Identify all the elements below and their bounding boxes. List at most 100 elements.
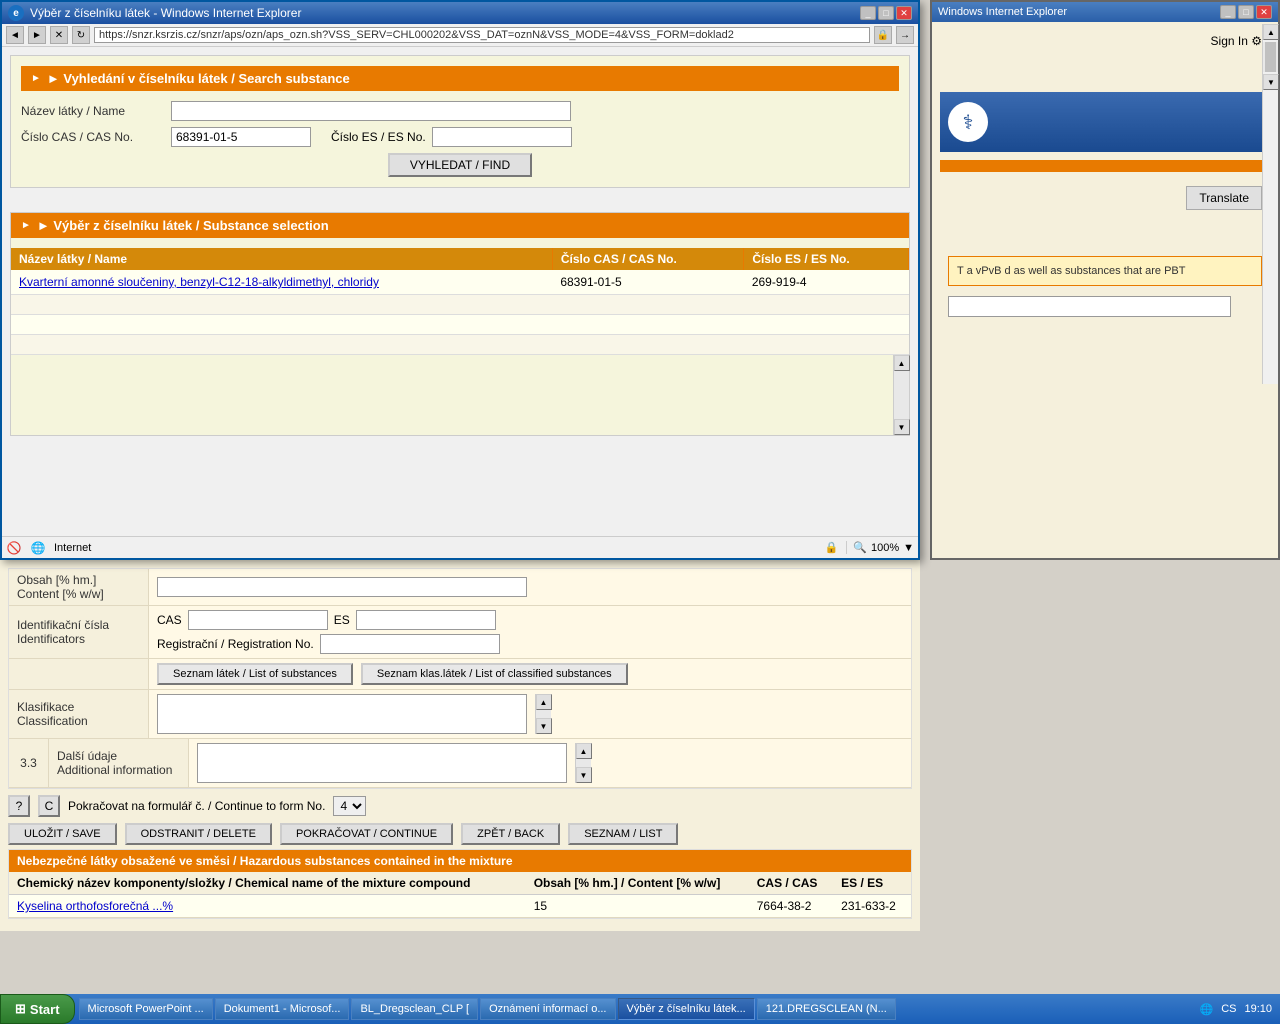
ie-icon: e <box>8 5 24 21</box>
hazardous-header-row: Chemický název komponenty/složky / Chemi… <box>9 872 911 895</box>
cas-field-label: CAS <box>157 613 182 627</box>
bg-content: Translate T a vPvB d as well as substanc… <box>940 172 1270 325</box>
clear-button[interactable]: C <box>38 795 60 817</box>
content-percent-row: Obsah [% hm.] Content [% w/w] <box>9 569 911 606</box>
scrollbar-up-btn[interactable]: ▲ <box>1263 24 1278 40</box>
klasifikace-row: Klasifikace Classification ▲ ▼ <box>9 690 911 739</box>
scrollbar-thumb[interactable] <box>1265 42 1276 72</box>
refresh-icon[interactable]: ↻ <box>72 26 90 44</box>
start-label: Start <box>30 1002 60 1017</box>
haz-name-link[interactable]: Kyselina orthofosforečná ...% <box>17 899 173 913</box>
bg-browser-title: Windows Internet Explorer <box>938 6 1067 18</box>
list-buttons-value: Seznam látek / List of substances Seznam… <box>149 659 911 689</box>
globe-status-icon: 🌐 <box>30 540 46 556</box>
minimize-btn-bg[interactable]: _ <box>1220 5 1236 19</box>
cas-es-row: Číslo CAS / CAS No. Číslo ES / ES No. <box>21 127 899 147</box>
help-button[interactable]: ? <box>8 795 30 817</box>
bg-browser-body: Sign In ⚙ ▲ ▼ ⚕ Translate T a vPvB d as … <box>932 22 1278 558</box>
es-field-label: ES <box>334 613 350 627</box>
scrollbar-down-btn[interactable]: ▼ <box>1263 74 1278 90</box>
find-button[interactable]: VYHLEDAT / FIND <box>388 153 532 177</box>
result-es-cell: 269-919-4 <box>744 270 909 295</box>
close-btn-bg[interactable]: ✕ <box>1256 5 1272 19</box>
action-buttons-row: ULOŽIT / SAVE ODSTRANIT / DELETE POKRAČO… <box>8 823 912 845</box>
bottom-buttons-row: ? C Pokračovat na formulář č. / Continue… <box>8 795 912 817</box>
es-input[interactable] <box>432 127 572 147</box>
go-icon[interactable]: → <box>896 26 914 44</box>
stop-icon[interactable]: ✕ <box>50 26 68 44</box>
popup-minimize-btn[interactable]: _ <box>860 6 876 20</box>
maximize-btn-bg[interactable]: □ <box>1238 5 1254 19</box>
reg-input[interactable] <box>320 634 500 654</box>
results-scroll-down[interactable]: ▼ <box>894 419 910 435</box>
taskbar-item-powerpoint[interactable]: Microsoft PowerPoint ... <box>79 998 213 1020</box>
dalsi-udaje-textarea[interactable] <box>197 743 567 783</box>
continue-button[interactable]: POKRAČOVAT / CONTINUE <box>280 823 453 845</box>
dalsi-scrollbar: ▲ ▼ <box>575 743 591 783</box>
address-bar[interactable] <box>94 27 870 43</box>
taskbar-item-oznameni[interactable]: Oznámení informací o... <box>480 998 615 1020</box>
list-button[interactable]: SEZNAM / LIST <box>568 823 678 845</box>
main-form-section: Obsah [% hm.] Content [% w/w] Identifika… <box>8 568 912 789</box>
es-main-input[interactable] <box>356 610 496 630</box>
scrollbar-track <box>1263 42 1278 72</box>
back-icon[interactable]: ◄ <box>6 26 24 44</box>
name-input[interactable] <box>171 101 571 121</box>
taskbar-label-dregsclean: 121.DREGSCLEAN (N... <box>766 1003 887 1015</box>
translate-button[interactable]: Translate <box>1186 186 1262 210</box>
klas-scroll-down[interactable]: ▼ <box>536 718 552 734</box>
empty-row-2 <box>11 315 909 335</box>
forward-icon[interactable]: ► <box>28 26 46 44</box>
save-button[interactable]: ULOŽIT / SAVE <box>8 823 117 845</box>
bg-search-input[interactable] <box>948 296 1231 317</box>
content-percent-label: Obsah [% hm.] Content [% w/w] <box>9 569 149 605</box>
dalsi-udaje-row: 3.3 Další údaje Additional information ▲… <box>9 739 911 788</box>
result-name-link[interactable]: Kvarterní amonné sloučeniny, benzyl-C12-… <box>19 275 379 289</box>
content-input[interactable] <box>157 577 527 597</box>
hazardous-section: Nebezpečné látky obsažené ve směsi / Haz… <box>8 849 912 919</box>
hazardous-table: Chemický název komponenty/složky / Chemi… <box>9 872 911 918</box>
empty-row-3 <box>11 335 909 355</box>
back-button[interactable]: ZPĚT / BACK <box>461 823 560 845</box>
klas-scroll-track <box>536 710 551 718</box>
klas-scroll-up[interactable]: ▲ <box>536 694 552 710</box>
table-row: Kvarterní amonné sloučeniny, benzyl-C12-… <box>11 270 909 295</box>
taskbar-item-word[interactable]: Dokument1 - Microsof... <box>215 998 350 1020</box>
search-section: ► ► Vyhledání v číselníku látek / Search… <box>10 55 910 188</box>
col-es-header: Číslo ES / ES No. <box>744 248 909 270</box>
continue-form-select[interactable]: 4 <box>333 796 366 816</box>
popup-titlebar: e Výběr z číselníku látek - Windows Inte… <box>2 2 918 24</box>
results-scroll-track <box>894 371 909 419</box>
dalsi-scroll-down[interactable]: ▼ <box>576 767 592 783</box>
search-section-header: ► ► Vyhledání v číselníku látek / Search… <box>21 66 899 91</box>
taskbar-right: 🌐 CS 19:10 <box>1191 1003 1280 1016</box>
dalsi-scroll-up[interactable]: ▲ <box>576 743 592 759</box>
results-section-title: ► Výběr z číselníku látek / Substance se… <box>37 218 329 233</box>
klasifikace-scrollbar: ▲ ▼ <box>535 694 551 734</box>
taskbar-item-clp[interactable]: BL_Dregsclean_CLP [ <box>351 998 478 1020</box>
dalsi-udaje-label: Další údaje Additional information <box>49 739 189 787</box>
results-scroll-up[interactable]: ▲ <box>894 355 910 371</box>
start-button[interactable]: ⊞ Start <box>0 994 75 1024</box>
klasifikace-label-text: Klasifikace Classification <box>17 700 140 728</box>
lock-status-icon: 🔒 <box>825 541 839 554</box>
haz-es-cell: 231-633-2 <box>833 895 911 918</box>
seznam-klas-button[interactable]: Seznam klas.látek / List of classified s… <box>361 663 628 685</box>
taskbar-item-vyber[interactable]: Výběr z číselníku látek... <box>618 998 755 1020</box>
klasifikace-label: Klasifikace Classification <box>9 690 149 738</box>
es-label: Číslo ES / ES No. <box>331 130 426 144</box>
pbt-content: T a vPvB d as well as substances that ar… <box>957 265 1185 277</box>
sign-in-bar: Sign In ⚙ <box>940 30 1270 52</box>
delete-button[interactable]: ODSTRANIT / DELETE <box>125 823 272 845</box>
taskbar-item-dregsclean[interactable]: 121.DREGSCLEAN (N... <box>757 998 896 1020</box>
cas-input[interactable] <box>171 127 311 147</box>
find-btn-row: VYHLEDAT / FIND <box>21 153 899 177</box>
popup-close-btn[interactable]: ✕ <box>896 6 912 20</box>
klasifikace-textarea[interactable] <box>157 694 527 734</box>
cas-main-input[interactable] <box>188 610 328 630</box>
hazardous-header: Nebezpečné látky obsažené ve směsi / Haz… <box>9 850 911 872</box>
popup-maximize-btn[interactable]: □ <box>878 6 894 20</box>
popup-window: e Výběr z číselníku látek - Windows Inte… <box>0 0 920 560</box>
seznam-latek-button[interactable]: Seznam látek / List of substances <box>157 663 353 685</box>
col-cas-header: Číslo CAS / CAS No. <box>552 248 744 270</box>
